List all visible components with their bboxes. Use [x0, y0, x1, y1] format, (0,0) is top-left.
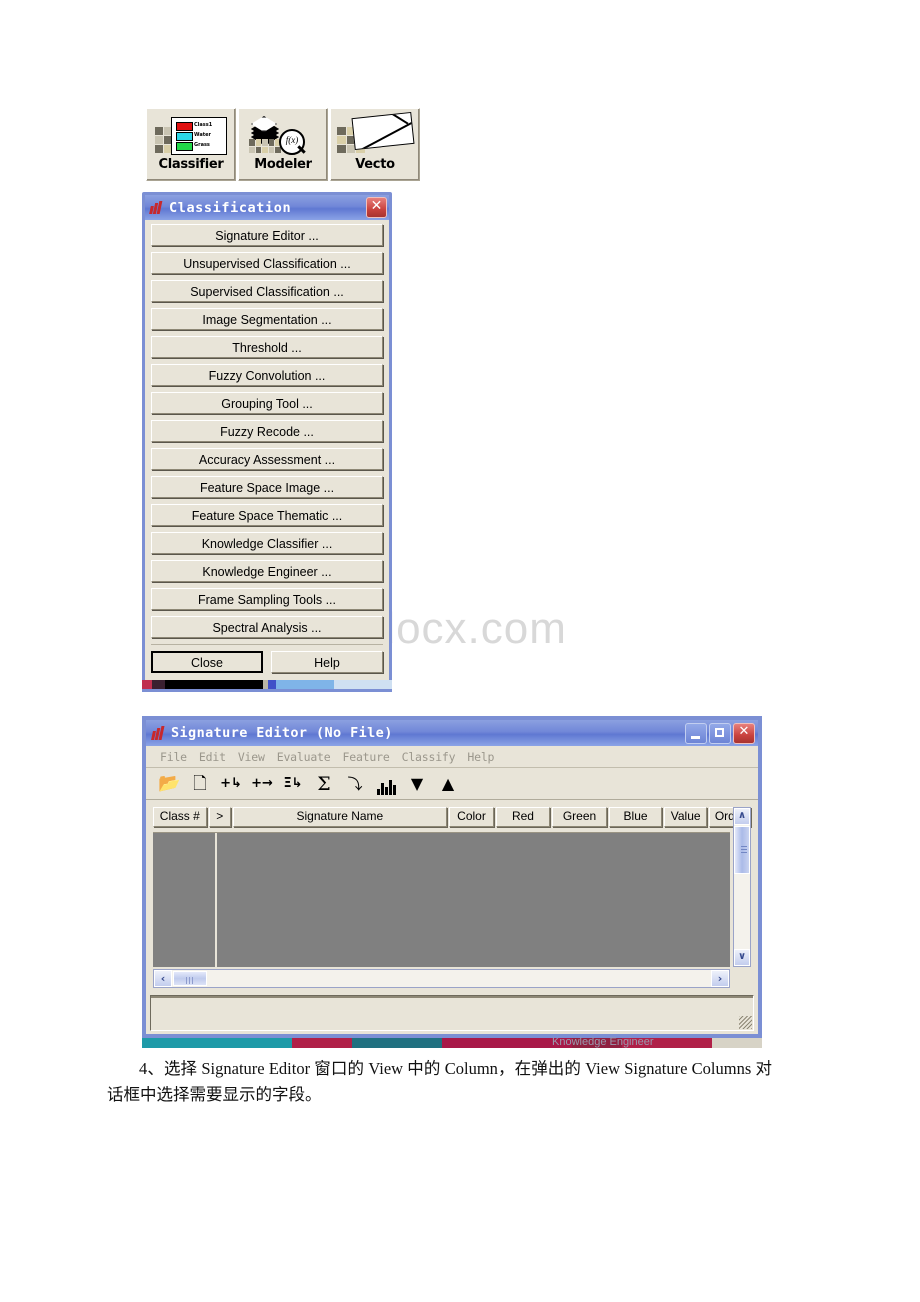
classifier-icon: Class1 Water Grass — [153, 115, 229, 157]
menu-bar: File Edit View Evaluate Feature Classify… — [146, 746, 758, 768]
signature-mean-plot-icon[interactable]: ⤵ — [344, 773, 366, 795]
close-icon[interactable]: ✕ — [733, 722, 755, 744]
vector-icon — [337, 111, 415, 157]
menu-file[interactable]: File — [160, 750, 187, 764]
classification-footer: Close Help — [151, 644, 383, 675]
move-down-icon[interactable]: ▼ — [406, 773, 428, 795]
status-bar — [150, 995, 754, 1031]
add-signature-icon[interactable]: +↳ — [220, 773, 242, 795]
classification-item-feature-space-thematic[interactable]: Feature Space Thematic ... — [151, 504, 383, 526]
erdas-app-icon — [151, 725, 166, 741]
erdas-app-icon — [149, 200, 164, 215]
modeler-icon: f(x) — [245, 115, 321, 157]
classification-item-signature-editor[interactable]: Signature Editor ... — [151, 224, 383, 246]
menu-view[interactable]: View — [238, 750, 265, 764]
replace-signature-icon[interactable]: Ξ↳ — [282, 773, 304, 795]
classification-title: Classification — [169, 199, 292, 216]
classification-dialog: Classification ✕ Signature Editor ... Un… — [142, 192, 392, 692]
toolbar-button-label: Classifier — [158, 157, 224, 172]
minimize-icon[interactable] — [685, 722, 707, 744]
toolbar-button-vector[interactable]: Vecto — [330, 108, 420, 181]
maximize-icon[interactable] — [709, 722, 731, 744]
new-file-icon[interactable]: 🗋 — [189, 773, 211, 795]
toolbar-button-modeler[interactable]: f(x) Modeler — [238, 108, 328, 181]
classification-item-grouping-tool[interactable]: Grouping Tool ... — [151, 392, 383, 414]
table-row-header-column — [153, 833, 217, 967]
vertical-scroll-thumb[interactable] — [734, 826, 750, 874]
column-header-value[interactable]: Value — [663, 807, 708, 827]
erdas-icon-panel: Class1 Water Grass Classifier f(x) Model… — [146, 108, 420, 181]
caption-text: 4、选择 Signature Editor 窗口的 View 中的 Column… — [107, 1059, 772, 1104]
classification-item-knowledge-engineer[interactable]: Knowledge Engineer ... — [151, 560, 383, 582]
desktop-strip-behind-dialog — [142, 680, 392, 689]
window-controls: ✕ — [685, 722, 755, 744]
merge-signature-icon[interactable]: +→ — [251, 773, 273, 795]
horizontal-scrollbar[interactable]: ‹ › — [153, 969, 730, 988]
horizontal-scroll-thumb[interactable] — [173, 971, 207, 986]
classification-item-accuracy-assessment[interactable]: Accuracy Assessment ... — [151, 448, 383, 470]
resize-grip-icon[interactable] — [739, 1016, 752, 1029]
menu-help[interactable]: Help — [467, 750, 494, 764]
classification-item-fuzzy-convolution[interactable]: Fuzzy Convolution ... — [151, 364, 383, 386]
scroll-down-icon[interactable]: ∨ — [734, 949, 750, 966]
signature-editor-toolbar: 📂 🗋 +↳ +→ Ξ↳ Σ ⤵ ▼ ▲ — [146, 768, 758, 800]
classification-item-frame-sampling-tools[interactable]: Frame Sampling Tools ... — [151, 588, 383, 610]
table-header-row: Class # > Signature Name Color Red Green… — [153, 807, 751, 827]
classification-titlebar[interactable]: Classification ✕ — [145, 195, 389, 220]
desktop-strip-behind-window — [142, 1038, 762, 1048]
classification-item-unsupervised-classification[interactable]: Unsupervised Classification ... — [151, 252, 383, 274]
vertical-scroll-track[interactable] — [734, 875, 750, 949]
classification-item-image-segmentation[interactable]: Image Segmentation ... — [151, 308, 383, 330]
column-header-class-number[interactable]: Class # — [153, 807, 207, 827]
menu-feature[interactable]: Feature — [343, 750, 390, 764]
classification-item-supervised-classification[interactable]: Supervised Classification ... — [151, 280, 383, 302]
menu-classify[interactable]: Classify — [402, 750, 456, 764]
column-header-green[interactable]: Green — [551, 807, 608, 827]
caption-paragraph: 4、选择 Signature Editor 窗口的 View 中的 Column… — [107, 1056, 772, 1108]
background-window-label: Knowledge Engineer — [552, 1036, 654, 1048]
scroll-up-icon[interactable]: ∧ — [734, 808, 750, 825]
toolbar-button-label: Modeler — [254, 157, 312, 172]
table-cells-area — [217, 833, 730, 967]
histogram-icon[interactable] — [375, 773, 397, 795]
scroll-left-icon[interactable]: ‹ — [154, 970, 172, 987]
open-folder-icon[interactable]: 📂 — [158, 773, 180, 795]
classification-button-list: Signature Editor ... Unsupervised Classi… — [145, 220, 389, 680]
column-header-signature-name[interactable]: Signature Name — [232, 807, 447, 827]
horizontal-scroll-track[interactable] — [208, 970, 711, 987]
vertical-scrollbar[interactable]: ∧ ∨ — [733, 807, 751, 967]
window-title: Signature Editor (No File) — [171, 725, 393, 741]
classification-item-threshold[interactable]: Threshold ... — [151, 336, 383, 358]
menu-evaluate[interactable]: Evaluate — [277, 750, 331, 764]
signature-table: Class # > Signature Name Color Red Green… — [150, 805, 754, 989]
menu-edit[interactable]: Edit — [199, 750, 226, 764]
toolbar-button-label: Vecto — [355, 157, 395, 172]
toolbar-button-classifier[interactable]: Class1 Water Grass Classifier — [146, 108, 236, 181]
column-header-blue[interactable]: Blue — [609, 807, 662, 827]
statistics-sigma-icon[interactable]: Σ — [313, 773, 335, 795]
column-header-selector[interactable]: > — [208, 807, 231, 827]
classification-item-spectral-analysis[interactable]: Spectral Analysis ... — [151, 616, 383, 638]
status-bar-divider — [151, 996, 753, 998]
close-button[interactable]: Close — [151, 651, 264, 673]
scroll-right-icon[interactable]: › — [711, 970, 729, 987]
classification-item-feature-space-image[interactable]: Feature Space Image ... — [151, 476, 383, 498]
close-icon[interactable]: ✕ — [366, 197, 387, 218]
help-button[interactable]: Help — [271, 651, 383, 673]
table-body-empty[interactable] — [153, 832, 730, 967]
signature-editor-window: Signature Editor (No File) ✕ File Edit V… — [142, 716, 762, 1038]
classification-item-knowledge-classifier[interactable]: Knowledge Classifier ... — [151, 532, 383, 554]
classification-item-fuzzy-recode[interactable]: Fuzzy Recode ... — [151, 420, 383, 442]
signature-editor-titlebar[interactable]: Signature Editor (No File) ✕ — [146, 720, 758, 746]
column-header-color[interactable]: Color — [448, 807, 495, 827]
column-header-red[interactable]: Red — [496, 807, 550, 827]
move-up-icon[interactable]: ▲ — [437, 773, 459, 795]
